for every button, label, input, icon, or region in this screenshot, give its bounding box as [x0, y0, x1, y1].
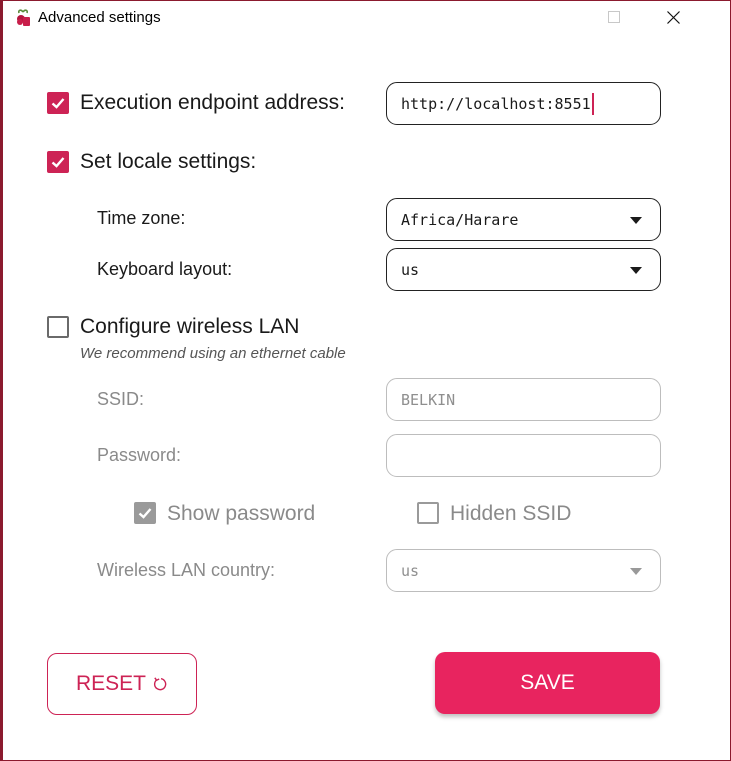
close-icon [666, 10, 680, 24]
wireless-country-value: us [401, 561, 420, 580]
dropdown-arrow-icon [630, 567, 642, 575]
execution-endpoint-input[interactable]: http://localhost:8551 [386, 82, 661, 125]
title-bar[interactable]: Advanced settings [0, 0, 731, 36]
window-title: Advanced settings [38, 9, 161, 26]
keyboard-layout-label: Keyboard layout: [97, 259, 233, 279]
ssid-placeholder: BELKIN [401, 390, 456, 409]
show-password-label: Show password [167, 502, 316, 525]
wireless-lan-checkbox[interactable] [47, 316, 69, 338]
reset-button[interactable]: RESET [47, 653, 197, 715]
time-zone-select[interactable]: Africa/Harare [386, 198, 661, 241]
text-caret [591, 92, 594, 115]
locale-settings-label: Set locale settings: [80, 150, 257, 173]
ssid-label: SSID: [97, 389, 145, 409]
checkmark-icon [51, 157, 65, 168]
save-button[interactable]: SAVE [435, 652, 660, 714]
checkmark-icon [138, 508, 152, 519]
close-button[interactable] [644, 0, 702, 34]
time-zone-label: Time zone: [97, 208, 186, 228]
wireless-lan-label: Configure wireless LAN [80, 315, 300, 338]
wireless-country-label: Wireless LAN country: [97, 560, 276, 580]
execution-endpoint-value: http://localhost:8551 [401, 94, 591, 113]
password-input[interactable] [386, 434, 661, 477]
password-label: Password: [97, 445, 182, 465]
minimize-icon [553, 16, 565, 17]
keyboard-layout-value: us [401, 260, 420, 279]
maximize-button[interactable] [585, 0, 643, 34]
raspberry-app-icon [17, 9, 30, 26]
execution-endpoint-label: Execution endpoint address: [80, 91, 346, 114]
keyboard-layout-select[interactable]: us [386, 248, 661, 291]
show-password-checkbox[interactable] [134, 502, 156, 524]
dropdown-arrow-icon [630, 266, 642, 274]
time-zone-value: Africa/Harare [401, 210, 519, 229]
wireless-country-select[interactable]: us [386, 549, 661, 592]
hidden-ssid-label: Hidden SSID [450, 502, 572, 525]
ssid-input[interactable]: BELKIN [386, 378, 661, 421]
locale-settings-checkbox[interactable] [47, 151, 69, 173]
checkmark-icon [51, 98, 65, 109]
reset-button-label: RESET [75, 672, 146, 695]
maximize-icon [608, 11, 620, 23]
minimize-button[interactable] [530, 0, 588, 34]
execution-endpoint-checkbox[interactable] [47, 92, 69, 114]
save-button-label: SAVE [520, 671, 575, 694]
dropdown-arrow-icon [630, 216, 642, 224]
reset-icon [154, 677, 167, 691]
wireless-hint: We recommend using an ethernet cable [80, 345, 346, 362]
hidden-ssid-checkbox[interactable] [417, 502, 439, 524]
